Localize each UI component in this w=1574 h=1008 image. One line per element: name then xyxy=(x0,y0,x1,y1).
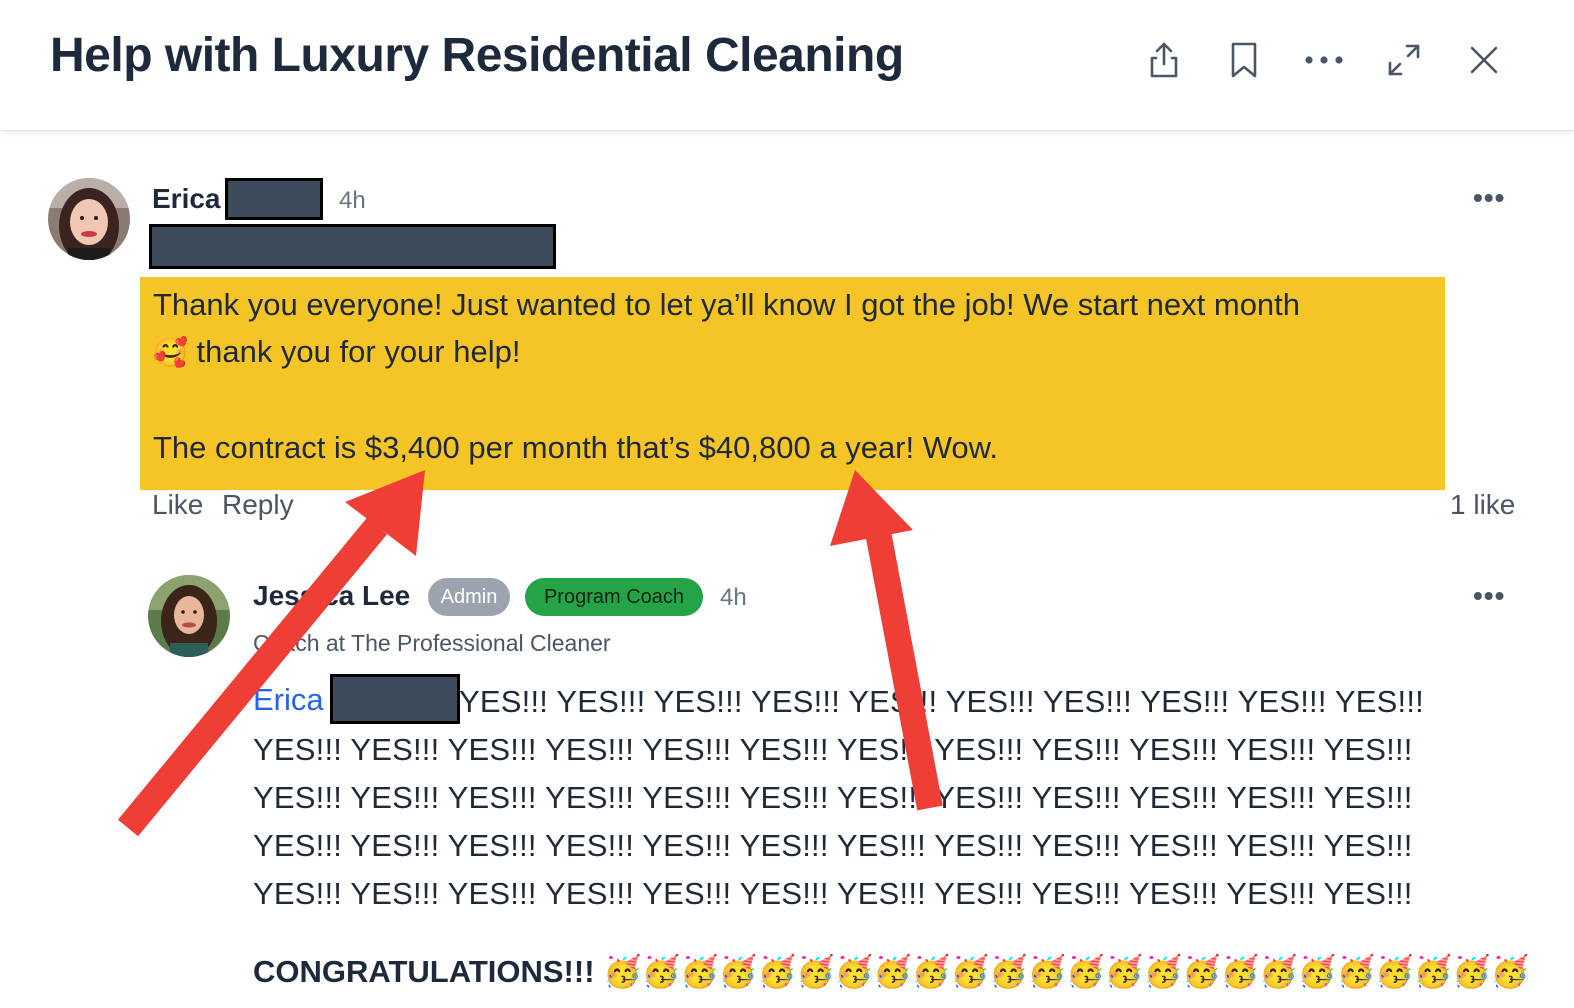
reply-button[interactable]: Reply xyxy=(222,489,294,521)
reply-author-name[interactable]: Jessica Lee xyxy=(253,580,410,612)
avatar[interactable] xyxy=(48,178,130,260)
reply-congrats-line: CONGRATULATIONS!!! 🥳🥳🥳🥳🥳🥳🥳🥳🥳🥳🥳🥳🥳🥳🥳🥳🥳🥳🥳🥳🥳… xyxy=(253,954,1530,989)
redacted-block xyxy=(149,224,556,269)
share-icon[interactable] xyxy=(1140,36,1188,84)
more-icon[interactable] xyxy=(1300,36,1348,84)
post-body-line: 🥰 thank you for your help! xyxy=(153,334,521,369)
post-author-name[interactable]: Erica xyxy=(152,183,221,215)
close-icon[interactable] xyxy=(1460,36,1508,84)
admin-badge: Admin xyxy=(428,578,510,616)
reply-author-subtitle: Coach at The Professional Cleaner xyxy=(253,630,611,656)
redacted-block xyxy=(330,674,460,724)
reply-timestamp: 4h xyxy=(720,584,747,611)
likes-count[interactable]: 1 like xyxy=(1450,489,1515,521)
program-coach-badge: Program Coach xyxy=(525,578,703,616)
mention-link[interactable]: Erica xyxy=(253,682,324,718)
reply-body-line: YES!!! YES!!! YES!!! YES!!! YES!!! YES!!… xyxy=(253,780,1413,815)
post-timestamp: 4h xyxy=(339,187,366,214)
modal-header: Help with Luxury Residential Cleaning xyxy=(0,0,1574,131)
expand-icon[interactable] xyxy=(1380,36,1428,84)
reply-more-menu[interactable]: ••• xyxy=(1473,580,1505,612)
post-more-menu[interactable]: ••• xyxy=(1473,182,1505,214)
page-title: Help with Luxury Residential Cleaning xyxy=(50,29,904,82)
like-button[interactable]: Like xyxy=(152,489,203,521)
reply-body-line: YES!!! YES!!! YES!!! YES!!! YES!!! YES!!… xyxy=(253,828,1413,863)
reply-body-line: YES!!! YES!!! YES!!! YES!!! YES!!! YES!!… xyxy=(459,684,1424,719)
bookmark-icon[interactable] xyxy=(1220,36,1268,84)
post-body-line: The contract is $3,400 per month that’s … xyxy=(153,430,998,465)
redacted-block xyxy=(225,178,323,220)
post-body-line: Thank you everyone! Just wanted to let y… xyxy=(153,287,1301,322)
avatar[interactable] xyxy=(148,575,230,657)
smiling-face-with-hearts-emoji: 🥰 xyxy=(153,337,188,368)
reply-body-line: YES!!! YES!!! YES!!! YES!!! YES!!! YES!!… xyxy=(253,732,1413,767)
reply-body-line: YES!!! YES!!! YES!!! YES!!! YES!!! YES!!… xyxy=(253,876,1413,911)
